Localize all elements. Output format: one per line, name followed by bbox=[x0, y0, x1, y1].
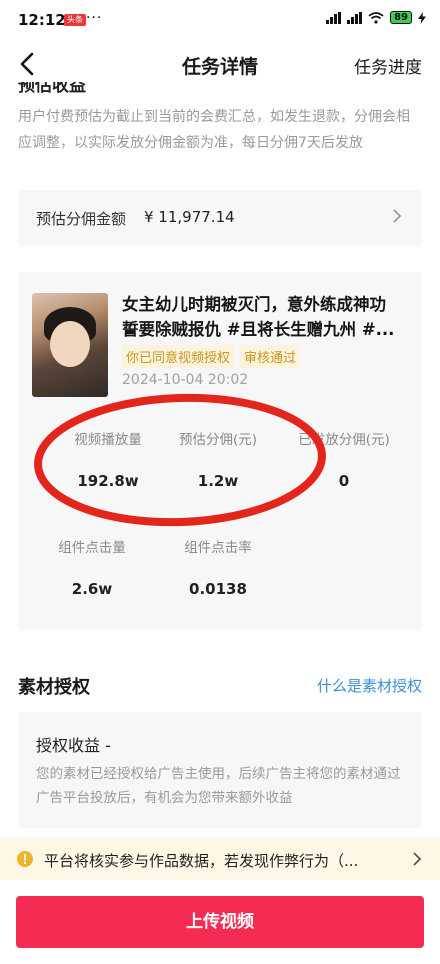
stat-value: 0.0138 bbox=[189, 580, 247, 598]
stat-component-ctr: 组件点击率 0.0138 bbox=[158, 536, 278, 598]
stat-label: 已发放分佣(元) bbox=[298, 432, 390, 448]
stat-value: 1.2w bbox=[197, 472, 239, 490]
status-bar: 12:12 头条 ··· 89 bbox=[0, 0, 440, 40]
charging-icon bbox=[418, 11, 426, 24]
upload-video-button[interactable]: 上传视频 bbox=[16, 896, 424, 948]
stat-label: 组件点击量 bbox=[58, 540, 126, 556]
stat-component-clicks: 组件点击量 2.6w bbox=[32, 536, 152, 598]
auth-income-title: 授权收益 - bbox=[36, 736, 111, 755]
commission-notice: 用户付费预估为截止到当前的会费汇总，如发生退款，分佣会相应调整，以实际发放分佣金… bbox=[18, 109, 410, 151]
video-title[interactable]: 女主幼儿时期被灭门，意外练成神功 誓要除贼报仇 #且将长生赠九州 #... bbox=[122, 292, 412, 342]
video-title-line-2: 誓要除贼报仇 #且将长生赠九州 #... bbox=[122, 320, 395, 339]
partial-section-heading: 预估收益 bbox=[18, 82, 86, 94]
material-auth-title: 素材授权 bbox=[18, 677, 90, 698]
stat-label: 视频播放量 bbox=[74, 432, 142, 448]
task-progress-link[interactable]: 任务进度 bbox=[354, 53, 422, 78]
thumbnail-face-shape bbox=[50, 321, 90, 367]
auth-income-description: 您的素材已经授权给广告主使用，后续广告主将您的素材通过广告平台投放后，有机会为您… bbox=[36, 766, 401, 806]
notification-badge: 头条 bbox=[64, 14, 86, 26]
stat-video-plays: 视频播放量 192.8w bbox=[48, 428, 168, 490]
status-tags: 你已同意视频授权 审核通过 bbox=[122, 345, 301, 368]
status-time: 12:12 bbox=[18, 11, 66, 29]
task-card: 女主幼儿时期被灭门，意外练成神功 誓要除贼报仇 #且将长生赠九州 #... 你已… bbox=[18, 272, 422, 630]
stat-estimated-commission: 预估分佣(元) 1.2w bbox=[158, 428, 278, 490]
video-thumbnail[interactable] bbox=[32, 293, 108, 397]
commission-label: 预估分佣金额 bbox=[36, 210, 127, 228]
commission-value: ¥ 11,977.14 bbox=[144, 208, 235, 226]
authorization-tag: 你已同意视频授权 bbox=[122, 345, 235, 368]
status-icons: 89 bbox=[326, 11, 426, 24]
chevron-right-icon bbox=[393, 209, 402, 223]
navigation-bar: 任务详情 任务进度 bbox=[0, 40, 440, 88]
battery-icon: 89 bbox=[390, 11, 412, 24]
signal-icon bbox=[326, 11, 342, 24]
stat-value: 192.8w bbox=[77, 472, 139, 490]
material-auth-help-link[interactable]: 什么是素材授权 bbox=[317, 675, 422, 696]
stat-label: 预估分佣(元) bbox=[178, 432, 258, 448]
review-status-tag: 审核通过 bbox=[240, 345, 301, 368]
signal-icon bbox=[347, 11, 363, 24]
stat-value: 2.6w bbox=[71, 580, 113, 598]
estimated-commission-row[interactable]: 预估分佣金额 ¥ 11,977.14 bbox=[18, 190, 422, 246]
chevron-right-icon bbox=[413, 852, 422, 866]
partial-heading-text: 预估收益 bbox=[18, 82, 86, 94]
platform-warning-bar[interactable]: 平台将核实参与作品数据，若发现作弊行为（... bbox=[0, 838, 440, 880]
more-notifications-icon: ··· bbox=[86, 10, 103, 26]
warning-icon bbox=[17, 851, 33, 867]
stat-label: 组件点击率 bbox=[184, 540, 252, 556]
stat-paid-commission: 已发放分佣(元) 0 bbox=[284, 428, 404, 490]
authorization-income-card: 授权收益 - 您的素材已经授权给广告主使用，后续广告主将您的素材通过广告平台投放… bbox=[18, 712, 422, 828]
stat-value: 0 bbox=[338, 472, 350, 490]
wifi-icon bbox=[368, 11, 384, 24]
publish-date: 2024-10-04 20:02 bbox=[122, 372, 249, 388]
warning-text: 平台将核实参与作品数据，若发现作弊行为（... bbox=[44, 852, 359, 870]
video-title-line-1: 女主幼儿时期被灭门，意外练成神功 bbox=[122, 295, 386, 314]
